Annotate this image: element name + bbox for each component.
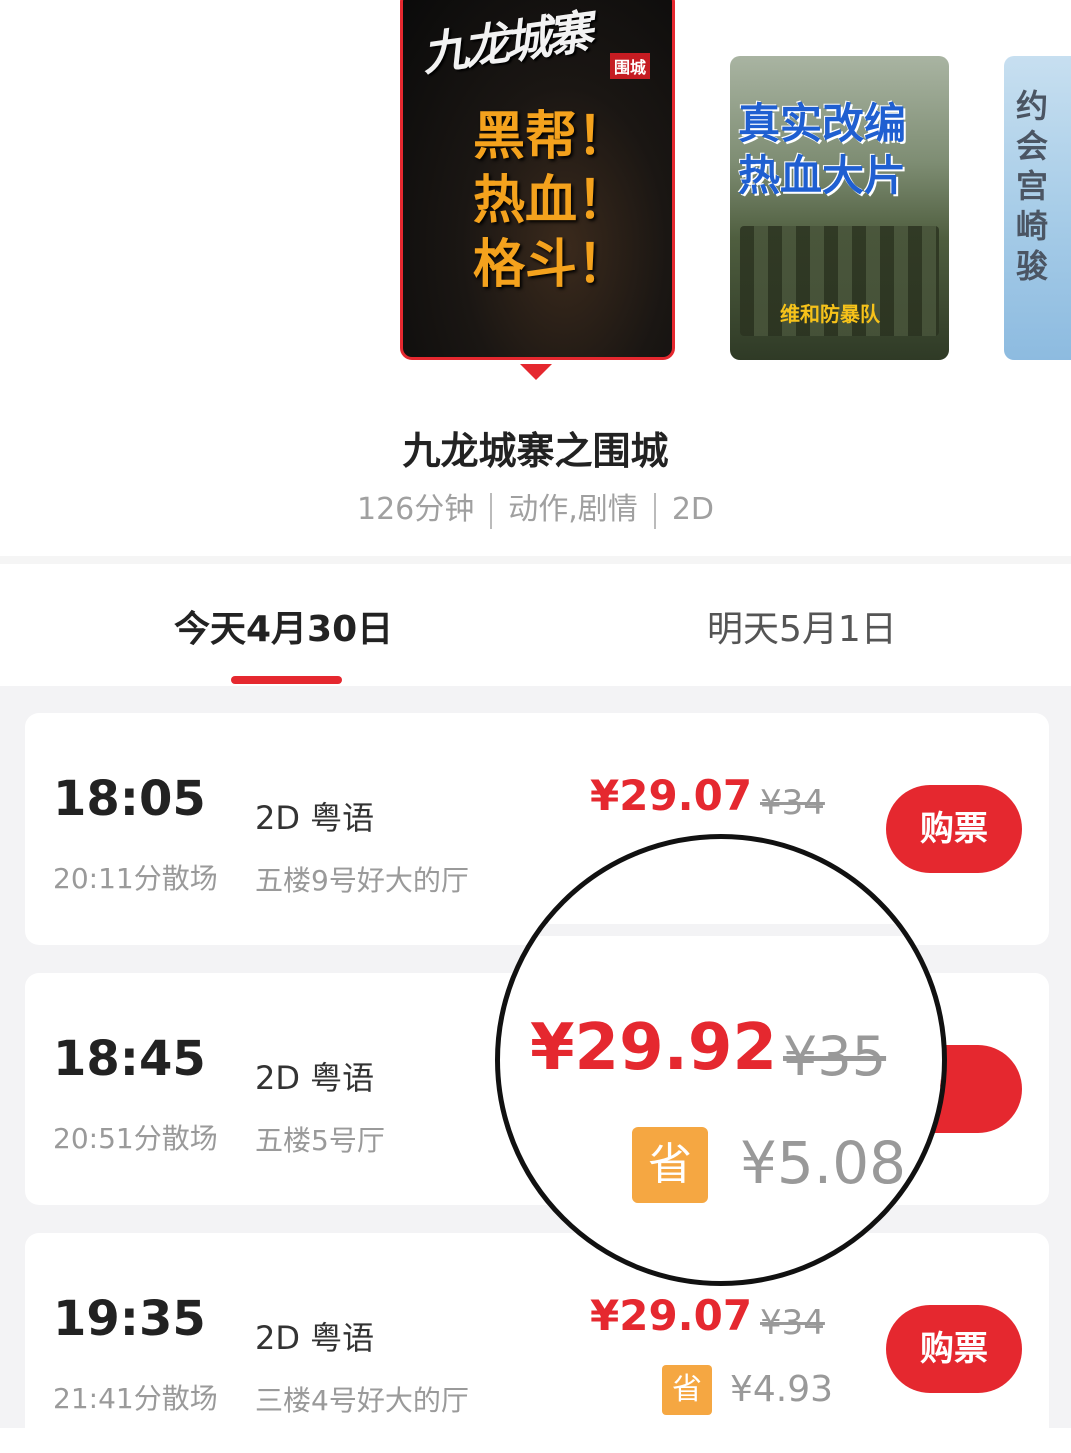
meta-divider <box>490 492 493 529</box>
meta-divider <box>653 492 656 529</box>
movie-meta: 126分钟 动作,剧情 2D <box>0 484 1071 529</box>
magnifier-card-gap <box>500 924 942 936</box>
start-time: 18:45 <box>53 1031 206 1087</box>
buy-ticket-button[interactable]: 购票 <box>886 1305 1022 1393</box>
magnifier-callout: 票 ¥29.92 ¥35 省 ¥5.08 <box>495 834 947 1286</box>
poster-third[interactable]: 约会宫崎骏 <box>1004 56 1071 360</box>
movie-format: 2D <box>671 492 714 527</box>
original-price: ¥34 <box>760 783 825 823</box>
movie-genres: 动作,剧情 <box>508 492 638 527</box>
magnified-save-amount: ¥5.08 <box>740 1129 907 1197</box>
end-time: 20:11分散场 <box>53 862 218 895</box>
end-time: 20:51分散场 <box>53 1122 218 1155</box>
tab-tomorrow[interactable]: 明天5月1日 <box>707 600 897 652</box>
start-time: 19:35 <box>53 1291 206 1347</box>
start-time: 18:05 <box>53 771 206 827</box>
end-time: 21:41分散场 <box>53 1382 218 1415</box>
tab-today[interactable]: 今天4月30日 <box>174 600 393 652</box>
poster-logo: 九龙城寨 <box>418 4 593 82</box>
hall-name: 三楼4号好大的厅 <box>255 1384 469 1417</box>
save-amount: ¥4.93 <box>730 1369 834 1410</box>
showtime-card[interactable]: 19:35 21:41分散场 2D 粤语 三楼4号好大的厅 ¥29.07 ¥34… <box>25 1233 1049 1453</box>
save-badge: 省 <box>662 1365 712 1415</box>
original-price: ¥34 <box>760 1303 825 1343</box>
poster-headline: 真实改编热血大片 <box>738 99 907 200</box>
selected-poster-indicator-icon <box>520 364 552 380</box>
magnified-price: ¥29.92 <box>530 1011 777 1085</box>
poster-badge: 围城 <box>609 53 650 79</box>
format-language: 2D 粤语 <box>255 799 375 837</box>
showtime-card[interactable]: 18:05 20:11分散场 2D 粤语 五楼9号好大的厅 ¥29.07 ¥34… <box>25 713 1049 945</box>
magnified-original-price: ¥35 <box>783 1025 887 1088</box>
movie-duration: 126分钟 <box>357 492 475 527</box>
poster-selected[interactable]: 九龙城寨 围城 黑帮！热血！格斗！ <box>400 0 675 360</box>
hall-name: 五楼9号好大的厅 <box>255 864 469 897</box>
poster-vertical-text: 约会宫崎骏 <box>1016 87 1049 285</box>
price: ¥29.07 <box>590 771 753 820</box>
buy-ticket-button[interactable]: 购票 <box>886 785 1022 873</box>
poster-next[interactable]: 真实改编热血大片 维和防暴队 <box>730 56 949 360</box>
tab-active-indicator <box>231 676 342 684</box>
magnified-save-badge: 省 <box>632 1127 708 1203</box>
format-language: 2D 粤语 <box>255 1059 375 1097</box>
section-divider <box>0 556 1071 564</box>
poster-film-title: 维和防暴队 <box>780 302 880 326</box>
movie-title: 九龙城寨之围城 <box>402 429 669 473</box>
format-language: 2D 粤语 <box>255 1319 375 1357</box>
poster-slogan: 黑帮！热血！格斗！ <box>473 106 630 295</box>
price: ¥29.07 <box>590 1291 753 1340</box>
hall-name: 五楼5号厅 <box>255 1124 385 1157</box>
